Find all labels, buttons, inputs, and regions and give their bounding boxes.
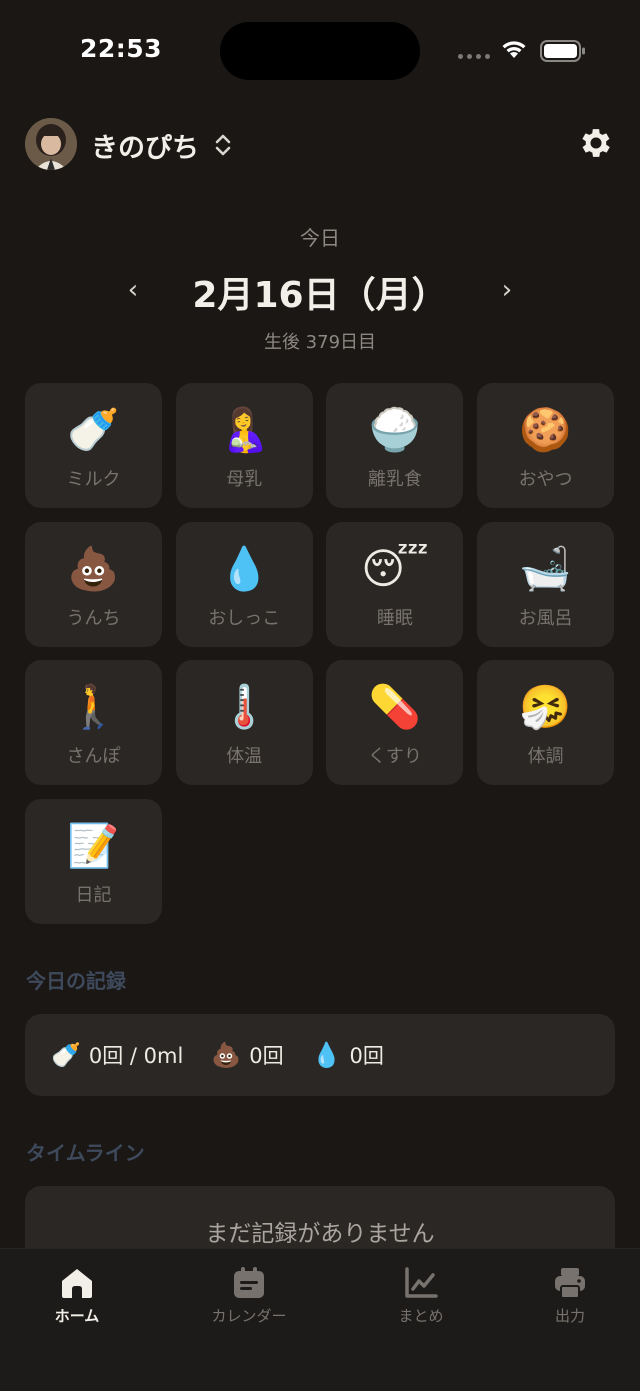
wifi-icon	[502, 41, 526, 58]
gear-icon[interactable]	[577, 124, 615, 162]
baby-bottle-icon: 🍼	[51, 1041, 81, 1069]
tile-poop[interactable]: 💩 うんち	[25, 521, 162, 647]
age-label: 生後 379日目	[263, 332, 377, 353]
tile-sleep[interactable]: 😴 睡眠	[326, 521, 464, 647]
tile-medicine[interactable]: 💊 くすり	[326, 660, 464, 785]
summary-pee: 💧 0回	[312, 1040, 384, 1070]
tile-condition[interactable]: 🤧 体調	[477, 660, 615, 785]
poop-icon: 💩	[211, 1041, 242, 1069]
tab-bar: ホーム カレンダー まとめ 出力	[0, 1248, 640, 1391]
tile-label: 体温	[226, 746, 263, 767]
tab-home-label: ホーム	[54, 1307, 100, 1325]
date-navigator: ‹ 2月16日（月） ›	[0, 262, 640, 318]
tile-snack[interactable]: 🍪 おやつ	[477, 383, 615, 508]
breastfeeding-icon: 🤱	[218, 405, 271, 454]
sleeping-face-icon: 😴	[361, 543, 429, 593]
rice-bowl-icon: 🍚	[368, 405, 422, 454]
tile-bath[interactable]: 🛁 お風呂	[477, 521, 615, 647]
next-day-button[interactable]: ›	[492, 272, 522, 308]
tab-summary-label: まとめ	[398, 1307, 444, 1325]
calendar-icon	[234, 1267, 264, 1298]
today-records-title: 今日の記録	[26, 969, 126, 993]
tile-breastfeeding[interactable]: 🤱 母乳	[175, 383, 313, 508]
cellular-signal-icon	[458, 54, 490, 59]
tile-label: 体調	[527, 746, 564, 767]
tile-label: ミルク	[66, 469, 121, 490]
tile-label: さんぽ	[66, 746, 121, 767]
tile-walk[interactable]: 🚶 さんぽ	[25, 660, 162, 785]
pill-icon: 💊	[368, 682, 422, 731]
avatar[interactable]	[25, 118, 77, 170]
tile-baby-food[interactable]: 🍚 離乳食	[326, 383, 464, 508]
chart-line-icon	[405, 1267, 438, 1298]
tile-pee[interactable]: 💧 おしっこ	[175, 521, 313, 647]
memo-icon: 📝	[67, 820, 120, 870]
cookie-icon: 🍪	[519, 405, 572, 454]
tile-diary[interactable]: 📝 日記	[25, 798, 162, 924]
house-icon	[62, 1269, 92, 1298]
timeline-title: タイムライン	[26, 1141, 145, 1165]
tile-label: お風呂	[518, 607, 573, 629]
tile-label: 離乳食	[367, 469, 422, 490]
tile-label: 母乳	[226, 469, 263, 490]
chevron-up-down-icon[interactable]	[213, 132, 233, 158]
status-bar: 22:53	[0, 0, 640, 100]
tile-temperature[interactable]: 🌡️ 体温	[175, 660, 313, 785]
status-time: 22:53	[80, 34, 163, 63]
summary-poop-value: 0回	[249, 1044, 284, 1068]
poop-icon: 💩	[67, 543, 120, 593]
tile-label: おしっこ	[208, 607, 281, 629]
tab-calendar[interactable]: カレンダー	[189, 1267, 309, 1326]
sneezing-face-icon: 🤧	[519, 682, 572, 731]
summary-pee-value: 0回	[349, 1044, 384, 1068]
battery-icon	[540, 40, 585, 62]
tab-export[interactable]: 出力	[510, 1267, 630, 1326]
today-records-card: 🍼 0回 / 0ml 💩 0回 💧 0回	[25, 1014, 615, 1096]
today-label: 今日	[300, 226, 340, 250]
printer-icon	[555, 1268, 585, 1299]
tab-calendar-label: カレンダー	[211, 1307, 287, 1325]
child-name[interactable]: きのぴち	[91, 126, 199, 165]
baby-bottle-icon: 🍼	[67, 405, 120, 454]
timeline-empty-message: まだ記録がありません	[205, 1221, 435, 1247]
bathtub-icon: 🛁	[519, 543, 572, 593]
tile-label: 睡眠	[376, 607, 413, 629]
tile-milk[interactable]: 🍼 ミルク	[25, 383, 162, 508]
record-type-grid: 🍼 ミルク 🤱 母乳 🍚 離乳食 🍪 おやつ 💩 うんち 💧 おしっこ 😴 睡眠…	[25, 383, 615, 924]
tile-label: おやつ	[518, 469, 573, 490]
tile-label: うんち	[66, 607, 121, 629]
walking-person-icon: 🚶	[67, 682, 120, 731]
tile-label: くすり	[367, 746, 422, 767]
tile-label: 日記	[75, 884, 112, 906]
dynamic-island	[220, 22, 420, 80]
tab-summary[interactable]: まとめ	[361, 1267, 481, 1326]
summary-milk-value: 0回 / 0ml	[88, 1044, 184, 1068]
droplet-icon: 💧	[311, 1041, 342, 1069]
droplet-icon: 💧	[218, 543, 271, 593]
summary-milk: 🍼 0回 / 0ml	[51, 1040, 183, 1070]
tab-home[interactable]: ホーム	[17, 1267, 137, 1326]
date-title: 2月16日（月）	[192, 275, 448, 316]
thermometer-icon: 🌡️	[218, 682, 271, 731]
header: きのぴち	[25, 118, 615, 170]
tab-export-label: 出力	[554, 1307, 585, 1325]
summary-poop: 💩 0回	[211, 1040, 283, 1070]
